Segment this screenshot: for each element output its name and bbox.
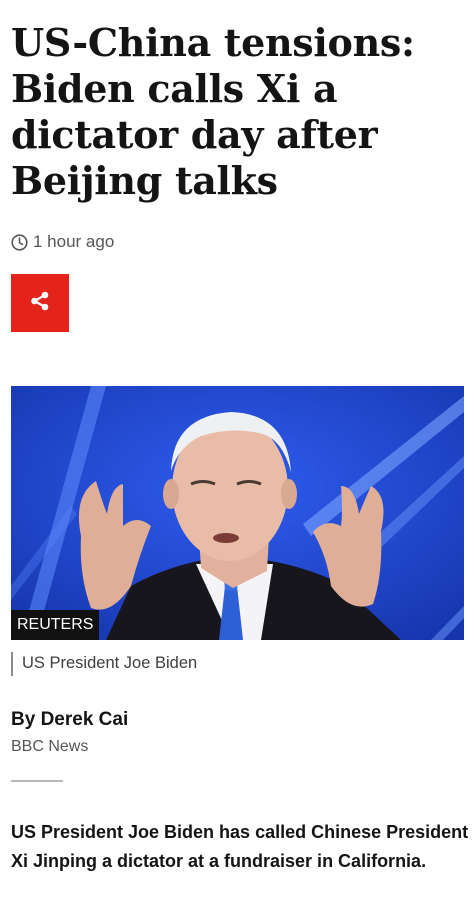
- byline-divider: [11, 780, 63, 782]
- share-button[interactable]: [11, 274, 69, 332]
- byline-organization: BBC News: [11, 738, 89, 755]
- hero-photo: [11, 386, 464, 640]
- article-lede: US President Joe Biden has called Chines…: [11, 822, 469, 871]
- article-headline: US-China tensions: Biden calls Xi a dict…: [11, 20, 415, 203]
- byline-author: By Derek Cai: [11, 709, 129, 730]
- timestamp-text: 1 hour ago: [33, 232, 115, 251]
- image-credit: REUTERS: [11, 610, 100, 640]
- article-timestamp: 1 hour ago: [11, 231, 114, 253]
- share-icon: [29, 290, 51, 317]
- article-hero-image: REUTERS: [11, 386, 464, 640]
- image-caption: US President Joe Biden: [11, 652, 197, 676]
- clock-icon: [11, 233, 28, 251]
